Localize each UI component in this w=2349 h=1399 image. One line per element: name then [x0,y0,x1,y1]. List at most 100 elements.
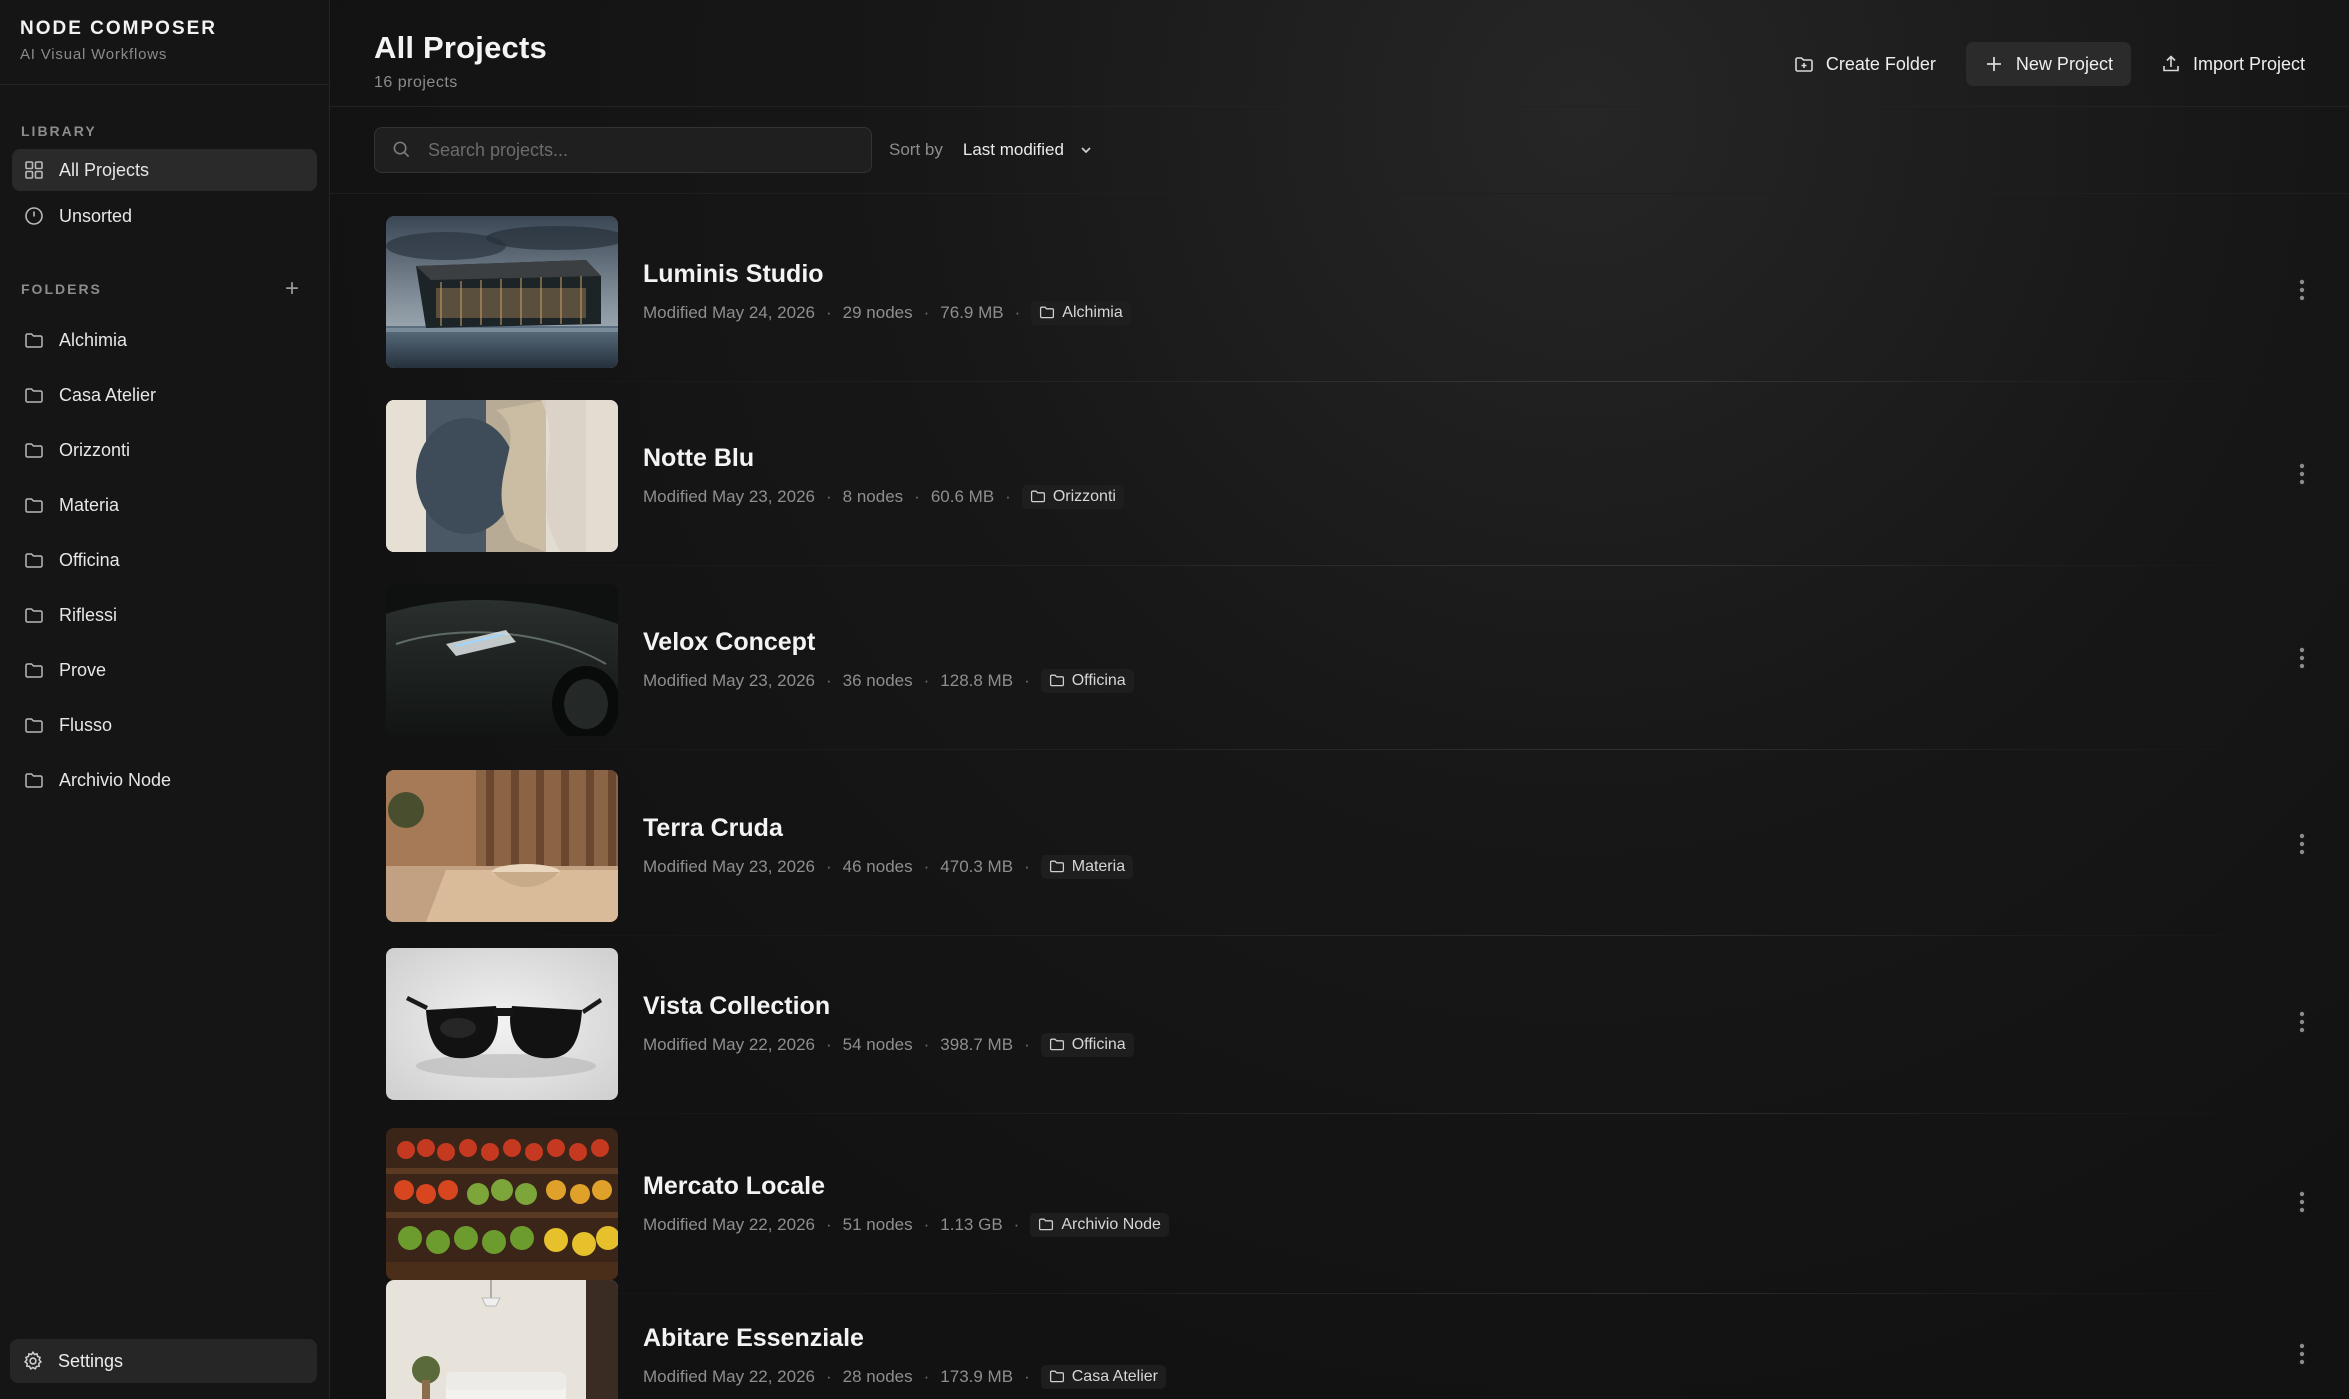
folder-icon [1038,1216,1055,1233]
sidebar-item-unsorted[interactable]: Unsorted [12,195,317,237]
project-folder-chip[interactable]: Archivio Node [1030,1212,1169,1237]
more-options-button[interactable] [2287,826,2317,866]
meta-separator: · [1024,856,1030,876]
project-thumbnail[interactable] [386,1280,618,1399]
search-input[interactable] [426,138,846,162]
sort-value: Last modified [962,140,1064,159]
sidebar-item-all-projects[interactable]: All Projects [12,149,317,191]
folder-icon [1039,304,1056,321]
more-options-button[interactable] [2287,1004,2317,1044]
sidebar-folder-riflessi[interactable]: Riflessi [12,596,317,634]
meta-separator: · [914,486,920,506]
sidebar-folder-archivio-node[interactable]: Archivio Node [12,761,317,799]
meta-separator: · [826,856,832,876]
project-size: 60.6 MB [930,486,995,506]
settings-button[interactable]: Settings [10,1339,317,1383]
more-options-button[interactable] [2287,640,2317,680]
sort-label: Sort by [889,140,943,159]
project-thumbnail[interactable] [386,1128,618,1280]
project-thumbnail[interactable] [386,948,618,1100]
project-thumbnail[interactable] [386,216,618,368]
project-modified: Modified May 23, 2026 [643,486,815,506]
more-options-button[interactable] [2287,1336,2317,1376]
project-row[interactable]: Luminis Studio Modified May 24, 2026 · 29 n… [386,216,2317,382]
project-nodes: 51 nodes [842,1214,913,1234]
create-folder-button[interactable]: Create Folder [1776,42,1954,86]
project-folder-chip[interactable]: Materia [1040,854,1134,879]
meta-separator: · [826,670,832,690]
folder-icon [1049,1036,1066,1053]
project-row[interactable]: Vista Collection Modified May 22, 2026 · 54… [386,948,2317,1114]
sort-dropdown[interactable]: Last modified [963,140,1094,160]
sidebar-folder-flusso[interactable]: Flusso [12,706,317,744]
project-row[interactable]: Velox Concept Modified May 23, 2026 · 36 no… [386,584,2317,750]
sidebar-folder-label: Prove [59,659,107,680]
more-options-button[interactable] [2287,456,2317,496]
project-nodes: 46 nodes [842,856,913,876]
sidebar-folder-casa-atelier[interactable]: Casa Atelier [12,376,317,414]
project-title[interactable]: Abitare Essenziale [643,1324,2287,1353]
project-nodes: 36 nodes [842,670,913,690]
project-row[interactable]: Notte Blu Modified May 23, 2026 · 8 nodes · 6… [386,400,2317,566]
project-folder-chip[interactable]: Officina [1040,668,1134,693]
meta-separator: · [923,1366,930,1386]
project-folder-chip[interactable]: Casa Atelier [1040,1364,1166,1389]
project-nodes: 29 nodes [842,302,913,322]
folder-icon [23,329,45,351]
project-folder-chip[interactable]: Officina [1040,1032,1134,1057]
kebab-icon [2299,279,2305,306]
project-modified: Modified May 22, 2026 [643,1034,815,1054]
add-folder-button[interactable]: + [285,277,299,301]
folder-icon [23,494,45,516]
project-row[interactable]: Mercato Locale Modified May 22, 2026 · 51 n… [386,1128,2317,1294]
project-thumbnail[interactable] [386,400,618,552]
meta-separator: · [923,1034,930,1054]
import-project-label: Import Project [2192,53,2305,74]
folder-icon [23,769,45,791]
more-options-button[interactable] [2287,272,2317,312]
project-thumbnail[interactable] [386,584,618,736]
import-project-button[interactable]: Import Project [2143,42,2323,86]
more-options-button[interactable] [2287,1184,2317,1224]
project-modified: Modified May 22, 2026 [643,1214,815,1234]
project-nodes: 54 nodes [842,1034,913,1054]
new-project-button[interactable]: New Project [1965,42,2131,86]
project-folder-chip[interactable]: Alchimia [1031,300,1131,325]
meta-separator: · [1024,1034,1030,1054]
grid-icon [23,159,45,181]
sidebar-folder-officina[interactable]: Officina [12,541,317,579]
kebab-icon [2299,1191,2305,1218]
folder-icon [23,659,45,681]
project-title[interactable]: Luminis Studio [643,260,2287,289]
sidebar-folder-orizzonti[interactable]: Orizzonti [12,431,317,469]
kebab-icon [2299,1343,2305,1370]
project-info: Velox Concept Modified May 23, 2026 · 36 no… [643,628,2287,693]
project-title[interactable]: Vista Collection [643,992,2287,1021]
meta-separator: · [826,302,832,322]
kebab-icon [2299,833,2305,860]
project-title[interactable]: Velox Concept [643,628,2287,657]
search-box[interactable] [374,127,872,173]
folder-icon [1049,858,1066,875]
project-size: 128.8 MB [940,670,1014,690]
project-row[interactable]: Abitare Essenziale Modified May 22, 2026 ·… [386,1280,2317,1399]
project-modified: Modified May 22, 2026 [643,1366,815,1386]
sidebar-folder-label: Orizzonti [59,439,131,460]
sidebar-folder-prove[interactable]: Prove [12,651,317,689]
sidebar-folder-materia[interactable]: Materia [12,486,317,524]
project-title[interactable]: Mercato Locale [643,1172,2287,1201]
sidebar-folder-alchimia[interactable]: Alchimia [12,321,317,359]
project-title[interactable]: Notte Blu [643,444,2287,473]
sidebar-folder-label: Flusso [59,714,113,735]
project-row[interactable]: Terra Cruda Modified May 23, 2026 · 46 node… [386,770,2317,936]
new-project-label: New Project [2015,53,2113,74]
project-title[interactable]: Terra Cruda [643,814,2287,843]
sidebar-folder-label: Officina [59,549,120,570]
project-thumbnail[interactable] [386,770,618,922]
project-folder-chip[interactable]: Orizzonti [1021,484,1124,509]
project-meta: Modified May 24, 2026 · 29 nodes · 76.9 MB · A… [643,300,2287,325]
meta-separator: · [1013,1214,1020,1234]
project-modified: Modified May 24, 2026 [643,302,815,322]
project-folder-name: Archivio Node [1061,1215,1161,1233]
folder-plus-icon [1794,54,1814,74]
